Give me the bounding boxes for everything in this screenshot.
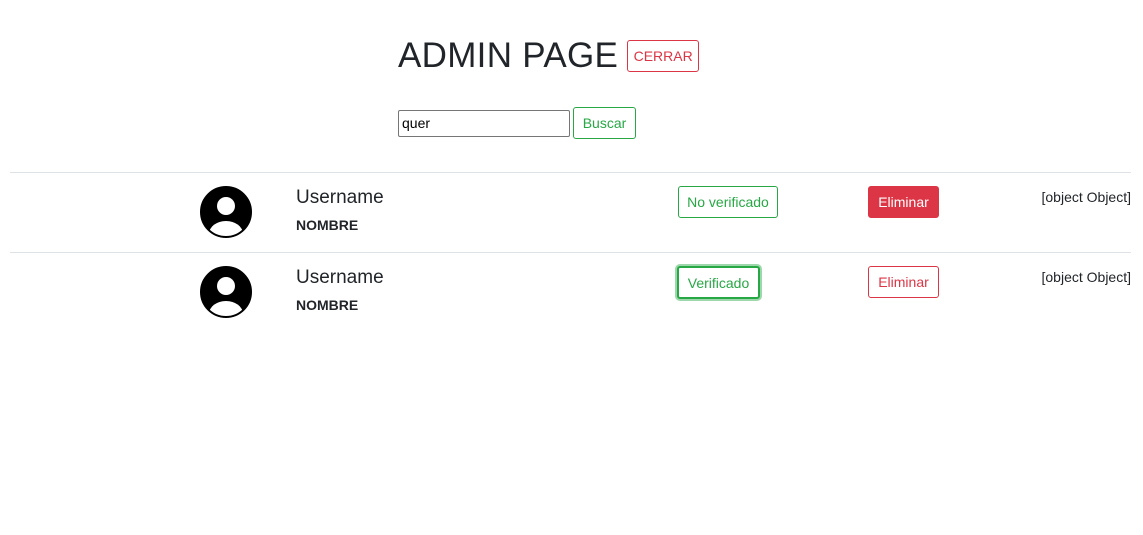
close-button[interactable]: CERRAR <box>627 40 700 72</box>
page-header: ADMIN PAGE CERRAR <box>398 36 700 76</box>
verify-toggle-button[interactable]: No verificado <box>678 186 778 218</box>
search-input[interactable] <box>398 109 570 137</box>
delete-user-button[interactable]: Eliminar <box>868 186 939 218</box>
search-bar: Buscar <box>398 107 636 139</box>
username-label: Username <box>296 267 384 288</box>
user-row: Username NOMBRE Verificado Eliminar [obj… <box>10 252 1131 332</box>
name-label: NOMBRE <box>296 297 359 313</box>
search-button[interactable]: Buscar <box>573 107 636 139</box>
page-title: ADMIN PAGE <box>398 36 619 75</box>
name-label: NOMBRE <box>296 217 359 233</box>
verify-toggle-button[interactable]: Verificado <box>677 266 760 299</box>
user-row: Username NOMBRE No verificado Eliminar [… <box>10 172 1131 252</box>
user-extra-text: [object Object] <box>1041 189 1132 205</box>
username-label: Username <box>296 187 384 208</box>
user-avatar-icon <box>200 186 252 238</box>
user-extra-text: [object Object] <box>1041 269 1132 285</box>
delete-user-button[interactable]: Eliminar <box>868 266 939 298</box>
user-list: Username NOMBRE No verificado Eliminar [… <box>10 172 1131 332</box>
user-avatar-icon <box>200 266 252 318</box>
admin-page: ADMIN PAGE CERRAR Buscar Username NOMBRE… <box>0 0 1143 535</box>
